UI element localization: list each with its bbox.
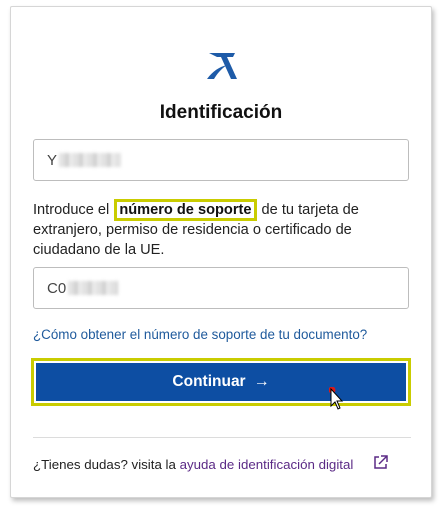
external-link-icon[interactable]	[373, 455, 388, 470]
divider	[33, 437, 411, 438]
identification-card: Identificación Y Introduce el número de …	[10, 6, 432, 498]
arrow-right-icon: →	[253, 373, 270, 390]
support-number-value: C0	[47, 279, 67, 297]
support-number-instructions: Introduce el número de soporte de tu tar…	[33, 199, 413, 260]
continue-label: Continuar	[172, 373, 246, 390]
id-number-value: Y	[47, 151, 58, 169]
digital-id-help-link[interactable]: ayuda de identificación digital	[180, 457, 354, 472]
redacted-value	[59, 153, 122, 167]
footer-text: ¿Tienes dudas? visita la	[33, 457, 180, 472]
id-number-input[interactable]: Y	[33, 139, 409, 181]
support-number-help-link[interactable]: ¿Cómo obtener el número de soporte de tu…	[33, 327, 367, 342]
continue-button[interactable]: Continuar →	[36, 363, 406, 401]
continue-button-highlight: Continuar →	[31, 358, 411, 406]
agency-logo	[207, 53, 237, 79]
support-number-input[interactable]: C0	[33, 267, 409, 309]
page-title: Identificación	[159, 102, 283, 123]
redacted-value	[68, 281, 119, 295]
help-footer: ¿Tienes dudas? visita la ayuda de identi…	[33, 457, 353, 472]
mouse-cursor-icon	[329, 387, 344, 410]
support-number-highlight: número de soporte	[114, 199, 257, 221]
instructions-prefix: Introduce el	[33, 202, 114, 218]
